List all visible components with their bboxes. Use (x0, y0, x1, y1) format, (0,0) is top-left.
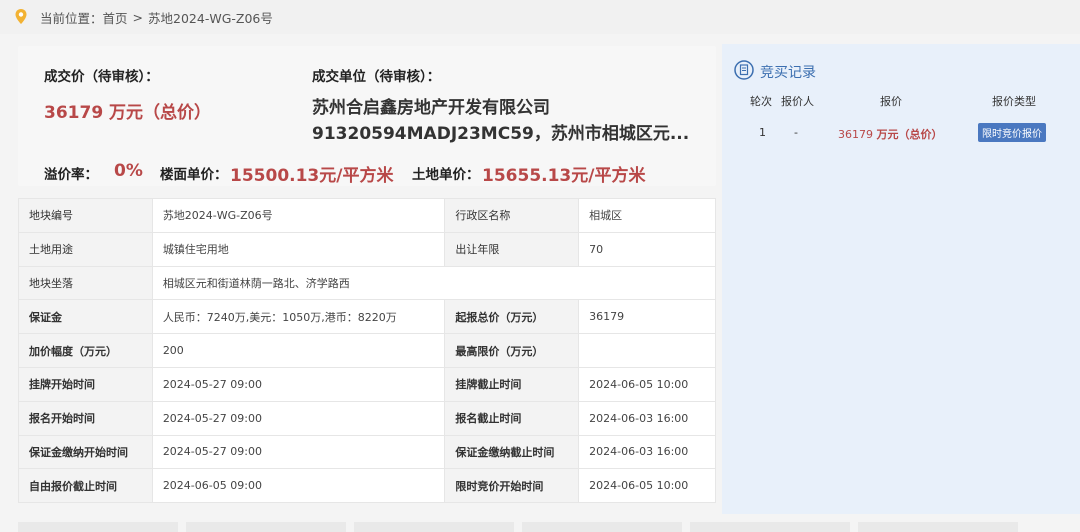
deal-price-label: 成交价（待审核）： (44, 69, 159, 85)
table-key: 报名开始时间 (18, 400, 153, 436)
breadcrumb-prefix: 当前位置： (40, 10, 103, 26)
header-price: 报价 (880, 95, 902, 108)
bid-record-panel: 竞买记录 轮次 报价人 报价 报价类型 1 - 36179 万元（总价） 限时竞… (722, 44, 1080, 514)
bid-bidder: - (794, 126, 798, 139)
table-value: 人民币：7240万,美元：1050万,港币：8220万 (151, 299, 446, 335)
table-value: 相城区元和街道林荫一路北、济学路西 (151, 265, 717, 301)
bottom-tab (354, 522, 514, 532)
land-price-label: 土地单价： (412, 167, 480, 183)
premium-rate-value: 0% (114, 161, 143, 181)
table-value: 2024-06-03 16:00 (578, 434, 716, 470)
table-row: 挂牌开始时间 2024-05-27 09:00 挂牌截止时间 2024-06-0… (18, 366, 716, 402)
table-value: 2024-05-27 09:00 (151, 434, 446, 470)
land-info-table: 地块编号 苏地2024-WG-Z06号 行政区名称 相城区 土地用途 城镇住宅用… (18, 198, 717, 504)
buyer-credit-code: 91320594MADJ23MC59，苏州市相城区元... (312, 124, 690, 144)
bid-type-badge: 限时竞价报价 (978, 123, 1046, 142)
table-row: 保证金 人民币：7240万,美元：1050万,港币：8220万 起报总价（万元）… (18, 299, 716, 335)
deal-summary-card: 成交价（待审核）： 36179 万元（总价） 成交单位（待审核）： 苏州合启鑫房… (18, 46, 716, 186)
table-key: 限时竞价开始时间 (444, 468, 580, 504)
location-pin-icon (14, 8, 28, 26)
table-value: 36179 (578, 299, 716, 335)
table-key: 最高限价（万元） (444, 333, 580, 368)
table-key: 保证金缴纳截止时间 (444, 434, 580, 470)
breadcrumb: 当前位置： 首页 > 苏地2024-WG-Z06号 (0, 0, 1080, 34)
bottom-tab (522, 522, 682, 532)
table-key: 加价幅度（万元） (18, 333, 153, 368)
bottom-tab (18, 522, 178, 532)
table-row: 保证金缴纳开始时间 2024-05-27 09:00 保证金缴纳截止时间 202… (18, 434, 716, 470)
table-value: 2024-06-03 16:00 (578, 400, 716, 436)
breadcrumb-current: 苏地2024-WG-Z06号 (148, 10, 273, 26)
table-value: 200 (151, 333, 446, 368)
table-row: 土地用途 城镇住宅用地 出让年限 70 (18, 231, 716, 267)
table-value (578, 333, 716, 368)
table-key: 土地用途 (18, 231, 153, 267)
table-row: 报名开始时间 2024-05-27 09:00 报名截止时间 2024-06-0… (18, 400, 716, 436)
table-value: 2024-06-05 10:00 (578, 468, 716, 504)
document-icon (734, 60, 754, 84)
header-round: 轮次 (750, 95, 772, 108)
table-value: 70 (578, 231, 716, 267)
table-row: 地块编号 苏地2024-WG-Z06号 行政区名称 相城区 (18, 198, 716, 233)
bottom-tab (186, 522, 346, 532)
table-value: 2024-05-27 09:00 (151, 366, 446, 402)
table-value: 2024-05-27 09:00 (151, 400, 446, 436)
bid-price-unit: 万元（总价） (876, 128, 943, 141)
header-type: 报价类型 (992, 95, 1036, 108)
floor-price-label: 楼面单价： (160, 167, 228, 183)
bid-price: 36179 万元（总价） (838, 126, 943, 142)
table-value: 2024-06-05 09:00 (151, 468, 446, 504)
bid-record-title: 竞买记录 (760, 65, 816, 81)
table-key: 行政区名称 (444, 198, 580, 233)
table-row: 自由报价截止时间 2024-06-05 09:00 限时竞价开始时间 2024-… (18, 468, 716, 504)
table-key: 起报总价（万元） (444, 299, 580, 335)
table-key: 地块坐落 (18, 265, 153, 301)
table-key: 挂牌开始时间 (18, 366, 153, 402)
table-key: 报名截止时间 (444, 400, 580, 436)
buyer-label: 成交单位（待审核）： (312, 69, 441, 85)
table-key: 保证金 (18, 299, 153, 335)
land-price-value: 15655.13元/平方米 (482, 166, 646, 186)
floor-price-value: 15500.13元/平方米 (230, 166, 394, 186)
breadcrumb-separator: > (132, 9, 144, 25)
bottom-tab (858, 522, 1018, 532)
bid-round: 1 (759, 126, 766, 139)
table-value: 2024-06-05 10:00 (578, 366, 716, 402)
table-row: 加价幅度（万元） 200 最高限价（万元） (18, 333, 716, 368)
table-key: 保证金缴纳开始时间 (18, 434, 153, 470)
table-value: 相城区 (578, 198, 716, 233)
breadcrumb-home-link[interactable]: 首页 (103, 8, 128, 27)
table-key: 挂牌截止时间 (444, 366, 580, 402)
bottom-tab (690, 522, 850, 532)
header-bidder: 报价人 (781, 95, 814, 108)
table-value: 城镇住宅用地 (151, 231, 446, 267)
table-key: 出让年限 (444, 231, 580, 267)
table-value: 苏地2024-WG-Z06号 (151, 198, 446, 233)
bid-record-header: 竞买记录 (734, 60, 816, 84)
buyer-name: 苏州合启鑫房地产开发有限公司 (312, 98, 550, 118)
table-key: 自由报价截止时间 (18, 468, 153, 504)
table-key: 地块编号 (18, 198, 153, 233)
premium-rate-label: 溢价率： (44, 167, 98, 183)
deal-price-value: 36179 万元（总价） (44, 103, 212, 123)
table-row: 地块坐落 相城区元和街道林荫一路北、济学路西 (18, 265, 717, 301)
bottom-tabs-strip (0, 522, 1080, 532)
bid-price-number: 36179 (838, 128, 873, 141)
